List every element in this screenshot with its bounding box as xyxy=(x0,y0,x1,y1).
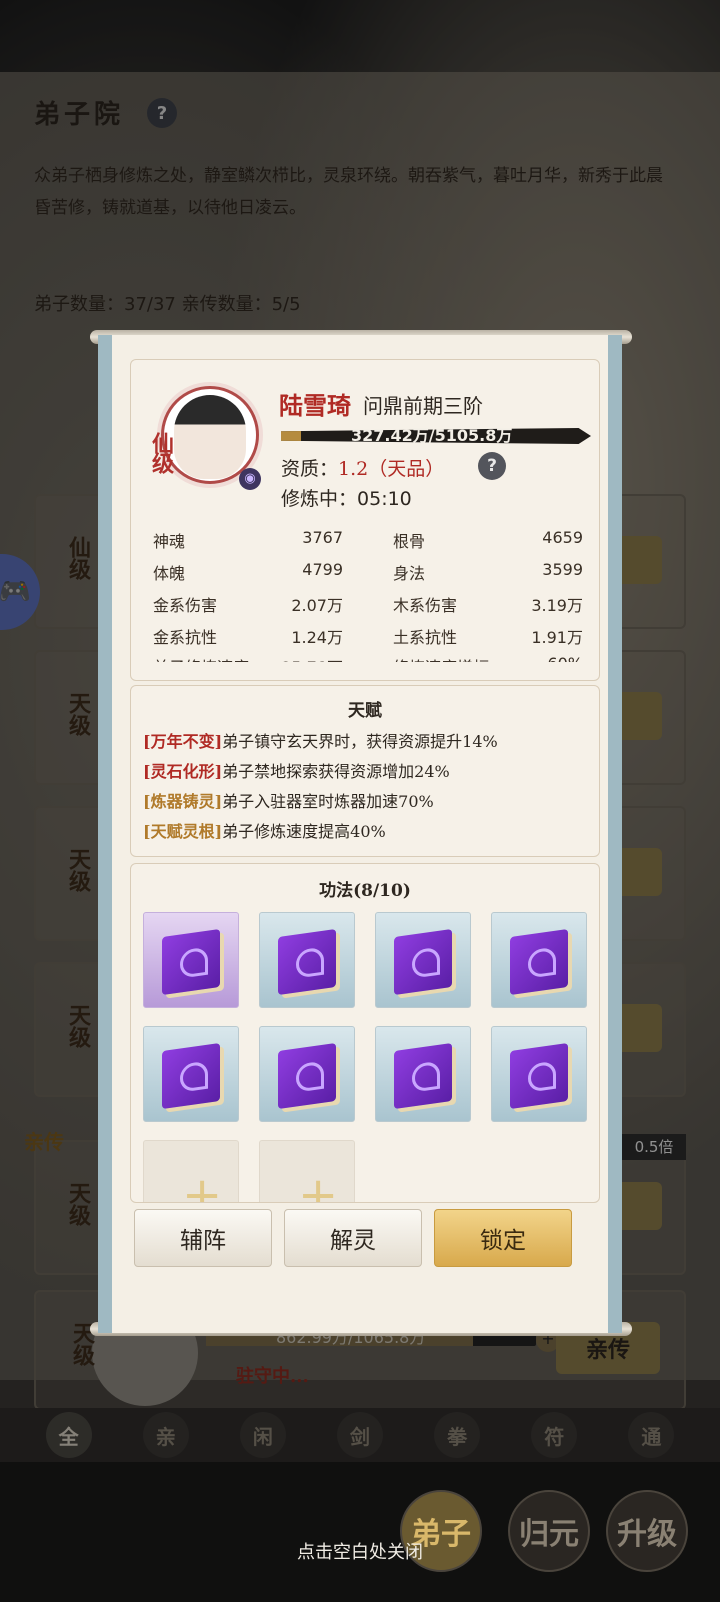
skills-panel[interactable]: 功法(8/10) + + xyxy=(130,863,600,1203)
aptitude: 资质：1.2（天品） xyxy=(281,454,444,481)
stat-row: 弟子修炼速度 25.78万 xyxy=(153,654,343,662)
skill-slot[interactable] xyxy=(259,912,355,1008)
disciple-name: 陆雪琦 xyxy=(279,391,351,420)
stat-label: 根骨 xyxy=(393,532,426,551)
stat-row: 金系抗性 1.24万 xyxy=(153,624,343,648)
stat-label: 修炼速度增幅 xyxy=(393,654,489,662)
skill-book-icon xyxy=(278,1042,336,1110)
talent-text: 弟子禁地探索获得资源增加24% xyxy=(222,762,450,781)
formation-button[interactable]: 辅阵 xyxy=(134,1209,272,1267)
stat-label: 土系抗性 xyxy=(393,628,458,647)
disciple-realm: 问鼎前期三阶 xyxy=(363,394,483,418)
talent-tag: [万年不变] xyxy=(143,732,223,751)
stat-value: 3.19万 xyxy=(531,596,583,615)
stat-row: 金系伤害 2.07万 xyxy=(153,592,343,616)
skills-title: 功法(8/10) xyxy=(319,881,411,901)
stat-label: 金系抗性 xyxy=(153,628,218,647)
grade-label: 仙级 xyxy=(148,432,174,472)
skill-book-icon xyxy=(162,928,220,996)
skill-book-icon xyxy=(162,1042,220,1110)
plus-icon: + xyxy=(182,1167,223,1203)
stat-row: 根骨 4659 xyxy=(393,528,583,552)
stat-value: 4659 xyxy=(542,528,583,547)
skill-slot[interactable] xyxy=(491,1026,587,1122)
talent-tag: [灵石化形] xyxy=(143,762,223,781)
talent-text: 弟子修炼速度提高40% xyxy=(222,822,386,841)
stat-value: 4799 xyxy=(302,560,343,579)
training-time: 05:10 xyxy=(357,488,412,510)
stat-value: 2.07万 xyxy=(291,596,343,615)
skill-book-icon xyxy=(394,1042,452,1110)
aptitude-value: 1.2（天品） xyxy=(338,458,445,480)
release-button[interactable]: 解灵 xyxy=(284,1209,422,1267)
stat-value: 3599 xyxy=(542,560,583,579)
stat-label: 身法 xyxy=(393,564,426,583)
stat-row: 木系伤害 3.19万 xyxy=(393,592,583,616)
skill-book-icon xyxy=(278,928,336,996)
talent-panel: 天赋 [万年不变]弟子镇守玄天界时，获得资源提升14% [灵石化形]弟子禁地探索… xyxy=(130,685,600,857)
stat-value: 25.78万 xyxy=(281,654,343,662)
stat-value: 60% xyxy=(547,654,583,662)
talent-title: 天赋 xyxy=(348,701,382,721)
stat-label: 木系伤害 xyxy=(393,596,458,615)
skill-slot[interactable] xyxy=(375,1026,471,1122)
xp-text: 327.42万/5105.8万 xyxy=(351,426,513,445)
talent-item: [天赋灵根]弟子修炼速度提高40% xyxy=(143,818,386,842)
stat-label: 体魄 xyxy=(153,564,186,583)
skill-book-icon xyxy=(510,1042,568,1110)
empty-skill-slot[interactable]: + xyxy=(259,1140,355,1203)
skill-slot[interactable] xyxy=(491,912,587,1008)
stat-row: 体魄 4799 xyxy=(153,560,343,584)
stat-row: 土系抗性 1.91万 xyxy=(393,624,583,648)
xp-fill xyxy=(281,428,301,444)
stat-label: 神魂 xyxy=(153,532,186,551)
empty-skill-slot[interactable]: + xyxy=(143,1140,239,1203)
stat-label: 金系伤害 xyxy=(153,596,218,615)
element-badge-icon: ◉ xyxy=(239,468,261,490)
skill-slot[interactable] xyxy=(375,912,471,1008)
disciple-info-panel: 仙级 ◉ 陆雪琦 问鼎前期三阶 327.42万/5105.8万 资质：1.2（天… xyxy=(130,359,600,681)
skill-slot[interactable] xyxy=(259,1026,355,1122)
talent-text: 弟子入驻器室时炼器加速70% xyxy=(222,792,434,811)
training-status: 修炼中：05:10 xyxy=(281,484,412,511)
skill-book-icon xyxy=(394,928,452,996)
help-icon[interactable]: ? xyxy=(478,452,506,480)
stat-value: 1.91万 xyxy=(531,628,583,647)
skill-book-icon xyxy=(510,928,568,996)
disciple-detail-modal: 仙级 ◉ 陆雪琦 问鼎前期三阶 327.42万/5105.8万 资质：1.2（天… xyxy=(98,335,622,1333)
portrait-image xyxy=(174,395,246,479)
stat-row: 修炼速度增幅 60% xyxy=(393,654,583,662)
stat-value: 1.24万 xyxy=(291,628,343,647)
talent-item: [万年不变]弟子镇守玄天界时，获得资源提升14% xyxy=(143,728,498,752)
stat-row: 神魂 3767 xyxy=(153,528,343,552)
training-label: 修炼中： xyxy=(281,488,358,510)
stat-value: 3767 xyxy=(302,528,343,547)
talent-item: [灵石化形]弟子禁地探索获得资源增加24% xyxy=(143,758,450,782)
stat-label: 弟子修炼速度 xyxy=(153,654,249,662)
talent-item: [炼器铸灵]弟子入驻器室时炼器加速70% xyxy=(143,788,434,812)
plus-icon: + xyxy=(298,1167,339,1203)
close-hint: 点击空白处关闭 xyxy=(297,1542,423,1563)
talent-tag: [炼器铸灵] xyxy=(143,792,223,811)
stat-row: 身法 3599 xyxy=(393,560,583,584)
talent-tag: [天赋灵根] xyxy=(143,822,223,841)
aptitude-label: 资质： xyxy=(281,458,339,480)
talent-text: 弟子镇守玄天界时，获得资源提升14% xyxy=(222,732,498,751)
skill-slot[interactable] xyxy=(143,1026,239,1122)
stats-grid[interactable]: 神魂 3767 根骨 4659 体魄 4799 身法 3599 金系伤害 2.07万 木系… xyxy=(153,528,583,662)
lock-button[interactable]: 锁定 xyxy=(434,1209,572,1267)
skill-slot[interactable] xyxy=(143,912,239,1008)
